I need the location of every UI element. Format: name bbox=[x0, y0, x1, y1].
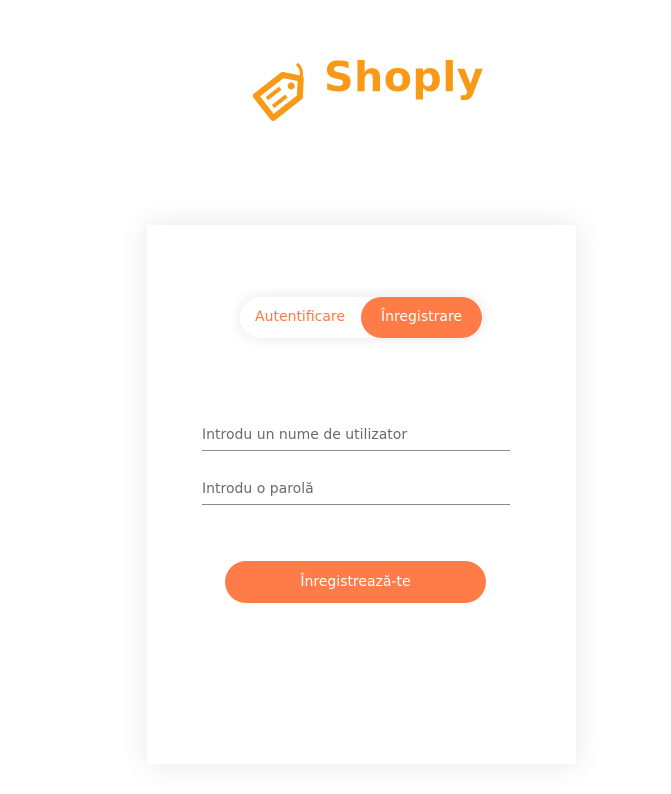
auth-card: Autentificare Înregistrare Înregistrează… bbox=[147, 225, 576, 764]
tab-register[interactable]: Înregistrare bbox=[361, 297, 482, 338]
register-button[interactable]: Înregistrează-te bbox=[225, 561, 486, 603]
username-input[interactable] bbox=[202, 420, 510, 451]
password-input[interactable] bbox=[202, 474, 510, 505]
auth-mode-toggle: Autentificare Înregistrare bbox=[240, 297, 483, 338]
tab-login[interactable]: Autentificare bbox=[240, 297, 360, 338]
brand-name: Shoply bbox=[324, 53, 485, 101]
price-tag-icon bbox=[252, 62, 304, 121]
brand-logo: Shoply bbox=[246, 52, 484, 124]
